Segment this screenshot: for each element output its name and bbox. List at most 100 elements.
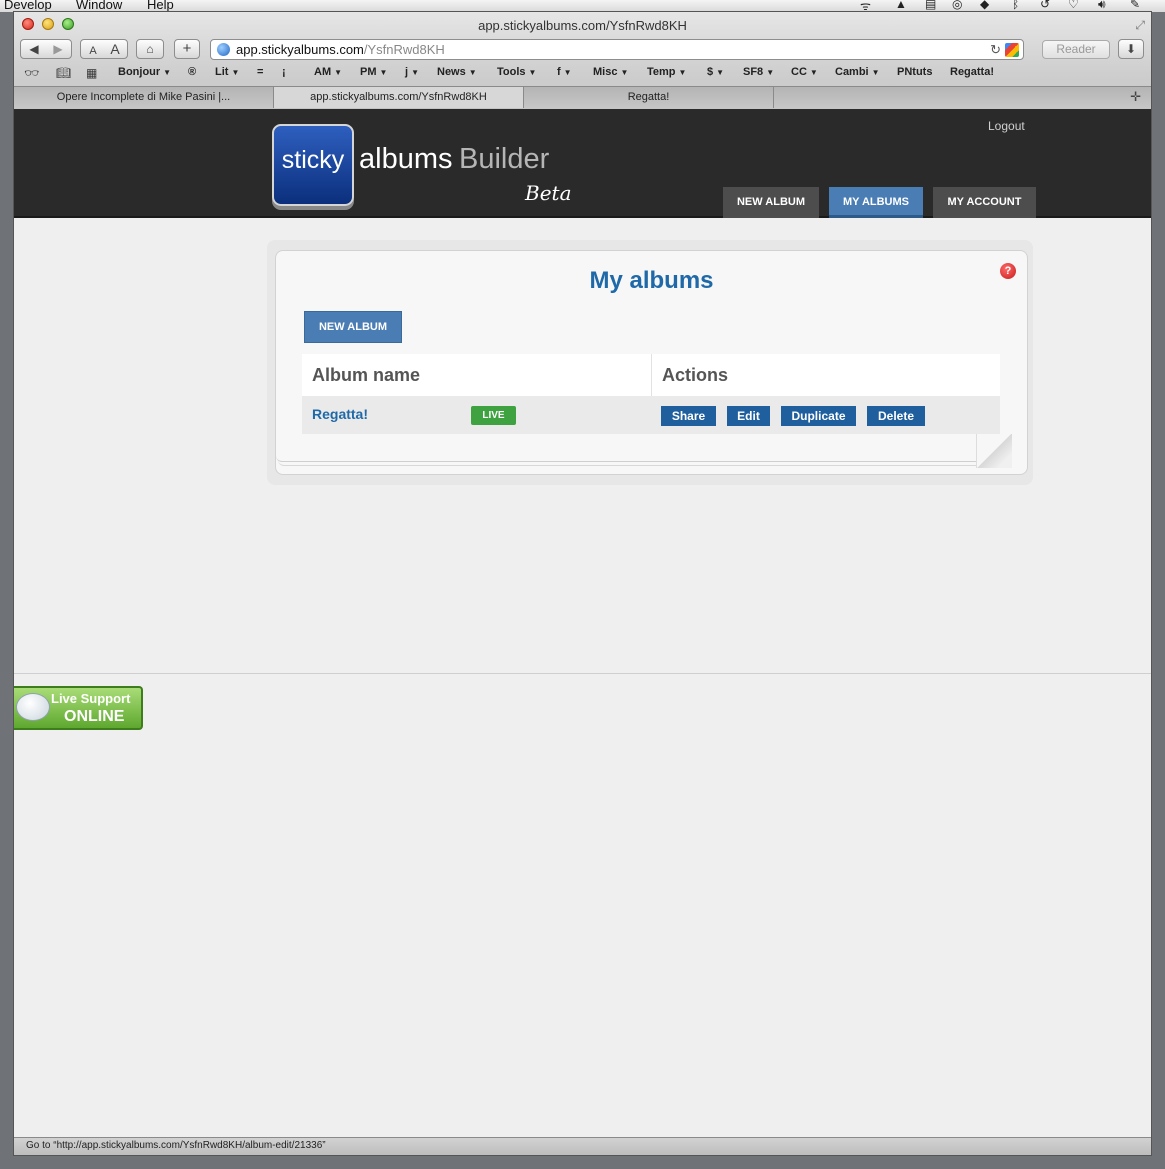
back-icon[interactable]: ◀ [22, 40, 46, 58]
volume-icon[interactable]: 🔊︎ [1098, 0, 1106, 12]
bookmark-j[interactable]: j ▼ [405, 66, 419, 78]
chevron-down-icon: ▼ [468, 68, 477, 77]
window-title: app.stickyalbums.com/YsfnRwd8KH [478, 18, 687, 33]
bluetooth-icon[interactable]: ᛒ [1012, 0, 1019, 11]
bookmark-misc[interactable]: Misc ▼ [593, 66, 628, 78]
nav-new-album[interactable]: NEW ALBUM [723, 187, 819, 218]
live-support-status: ONLINE [64, 708, 125, 725]
wifi-icon[interactable]: ᯤ [860, 0, 871, 12]
heart-icon[interactable]: ♡ [1068, 0, 1079, 11]
download-icon: ⬇ [1125, 42, 1137, 56]
bookmark-regatta[interactable]: Regatta! [950, 66, 994, 78]
album-name-link[interactable]: Regatta! [312, 406, 368, 422]
text-larger-button[interactable]: A [104, 40, 126, 58]
bookmark-cc[interactable]: CC ▼ [791, 66, 818, 78]
table-row: Regatta! LIVE Share Edit Duplicate Delet… [302, 396, 1000, 434]
tab-opere-incomplete[interactable]: Opere Incomplete di Mike Pasini |... [14, 87, 274, 108]
menu-help[interactable]: Help [147, 0, 174, 12]
add-bookmark-button[interactable]: + [174, 39, 200, 59]
bookmark-temp[interactable]: Temp ▼ [647, 66, 686, 78]
tab-stickyalbums[interactable]: app.stickyalbums.com/YsfnRwd8KH [274, 87, 524, 108]
registered-icon[interactable]: ® [188, 66, 196, 78]
downloads-button[interactable]: ⬇ [1118, 39, 1144, 59]
bookmark-pm[interactable]: PM ▼ [360, 66, 387, 78]
bookmark-lit[interactable]: Lit ▼ [215, 66, 239, 78]
pencil-icon[interactable]: ✎ [1130, 0, 1140, 11]
column-header-actions: Actions [652, 354, 1000, 396]
fullscreen-icon[interactable]: ⤢ [1135, 18, 1145, 33]
text-smaller-button[interactable]: A [82, 42, 104, 60]
bookmark-f[interactable]: f ▼ [557, 66, 572, 78]
globe-icon [217, 43, 230, 56]
bookmark-cambi[interactable]: Cambi ▼ [835, 66, 880, 78]
bookmark-dollar[interactable]: $ ▼ [707, 66, 724, 78]
chevron-down-icon: ▼ [809, 68, 818, 77]
paper-stack-decoration [276, 434, 1012, 469]
reading-list-icon[interactable]: 👓︎ [24, 66, 39, 80]
back-forward-buttons: ◀ ▶ [20, 39, 72, 59]
chat-bubble-icon [16, 693, 50, 721]
hat-icon[interactable]: ▲ [895, 0, 907, 11]
logo-builder-text: Builder [459, 143, 550, 175]
url-host: app.stickyalbums.com [236, 42, 364, 57]
delete-button[interactable]: Delete [867, 406, 925, 426]
logo-beta-text: Beta [525, 181, 572, 205]
chevron-down-icon: ▼ [411, 68, 419, 77]
nav-my-account[interactable]: MY ACCOUNT [933, 187, 1036, 218]
menubar: Develop Window Help ᯤ ▲ ▤ ◎ ◆ ᛒ ↺ ♡ 🔊︎ ✎ [0, 0, 1165, 12]
duplicate-button[interactable]: Duplicate [781, 406, 856, 426]
inverted-exclamation-icon[interactable]: ¡ [282, 66, 286, 78]
new-album-button[interactable]: NEW ALBUM [304, 311, 402, 343]
chevron-down-icon: ▼ [163, 68, 172, 77]
tab-regatta[interactable]: Regatta! [524, 87, 774, 108]
browser-chrome: app.stickyalbums.com/YsfnRwd8KH ⤢ ◀ ▶ AA … [14, 12, 1151, 120]
chevron-down-icon: ▼ [871, 68, 880, 77]
google-search-icon[interactable] [1005, 43, 1019, 57]
page-title: My albums [589, 267, 714, 294]
new-tab-icon[interactable]: ✛ [1130, 89, 1141, 105]
dropbox-icon[interactable]: ◆ [980, 0, 989, 11]
chevron-down-icon: ▼ [231, 68, 240, 77]
reader-button[interactable]: Reader [1042, 40, 1110, 59]
equals-icon[interactable]: = [257, 66, 263, 78]
chevron-down-icon: ▼ [678, 68, 687, 77]
bookmark-pntuts[interactable]: PNtuts [897, 66, 932, 78]
text-size-buttons: AA [80, 39, 128, 59]
forward-icon[interactable]: ▶ [46, 40, 70, 58]
document-icon[interactable]: ▤ [925, 0, 936, 11]
live-support-button[interactable]: Live Support ONLINE [14, 686, 143, 730]
url-path: /YsfnRwd8KH [363, 42, 445, 57]
nav-my-albums[interactable]: MY ALBUMS [829, 187, 923, 218]
logo-sticky-text: sticky [281, 146, 345, 174]
chevron-down-icon: ▼ [620, 68, 629, 77]
share-button[interactable]: Share [661, 406, 716, 426]
bookmark-news[interactable]: News ▼ [437, 66, 477, 78]
bookmark-sf8[interactable]: SF8 ▼ [743, 66, 774, 78]
status-badge: LIVE [471, 406, 516, 425]
menu-develop[interactable]: Develop [4, 0, 52, 12]
home-button[interactable]: ⌂ [136, 39, 164, 59]
edit-button[interactable]: Edit [727, 406, 770, 426]
sticky-logo[interactable]: sticky [272, 124, 354, 206]
top-sites-icon[interactable]: ▦ [86, 66, 97, 80]
bookmarks-book-icon[interactable]: 📖︎ [56, 66, 71, 80]
home-icon: ⌂ [146, 42, 154, 56]
time-machine-icon[interactable]: ↺ [1040, 0, 1050, 11]
browser-window: app.stickyalbums.com/YsfnRwd8KH ⤢ ◀ ▶ AA … [14, 12, 1151, 1155]
reload-icon[interactable]: ↻ [990, 40, 1001, 59]
page-divider [14, 673, 1151, 674]
chevron-down-icon: ▼ [334, 68, 343, 77]
address-bar[interactable]: app.stickyalbums.com/YsfnRwd8KH ↻ [210, 39, 1024, 60]
circle-icon[interactable]: ◎ [952, 0, 962, 11]
bookmark-am[interactable]: AM ▼ [314, 66, 342, 78]
chevron-down-icon: ▼ [766, 68, 775, 77]
chevron-down-icon: ▼ [379, 68, 388, 77]
tab-bar: Opere Incomplete di Mike Pasini |... app… [14, 86, 1151, 108]
menu-window[interactable]: Window [76, 0, 122, 12]
web-page: sticky albums Builder Beta Logout NEW AL… [14, 109, 1151, 1139]
logo-albums-text: albums [359, 143, 453, 175]
bookmark-bonjour[interactable]: Bonjour ▼ [118, 66, 171, 78]
logout-link[interactable]: Logout [988, 119, 1025, 133]
bookmark-tools[interactable]: Tools ▼ [497, 66, 536, 78]
chevron-down-icon: ▼ [563, 68, 572, 77]
